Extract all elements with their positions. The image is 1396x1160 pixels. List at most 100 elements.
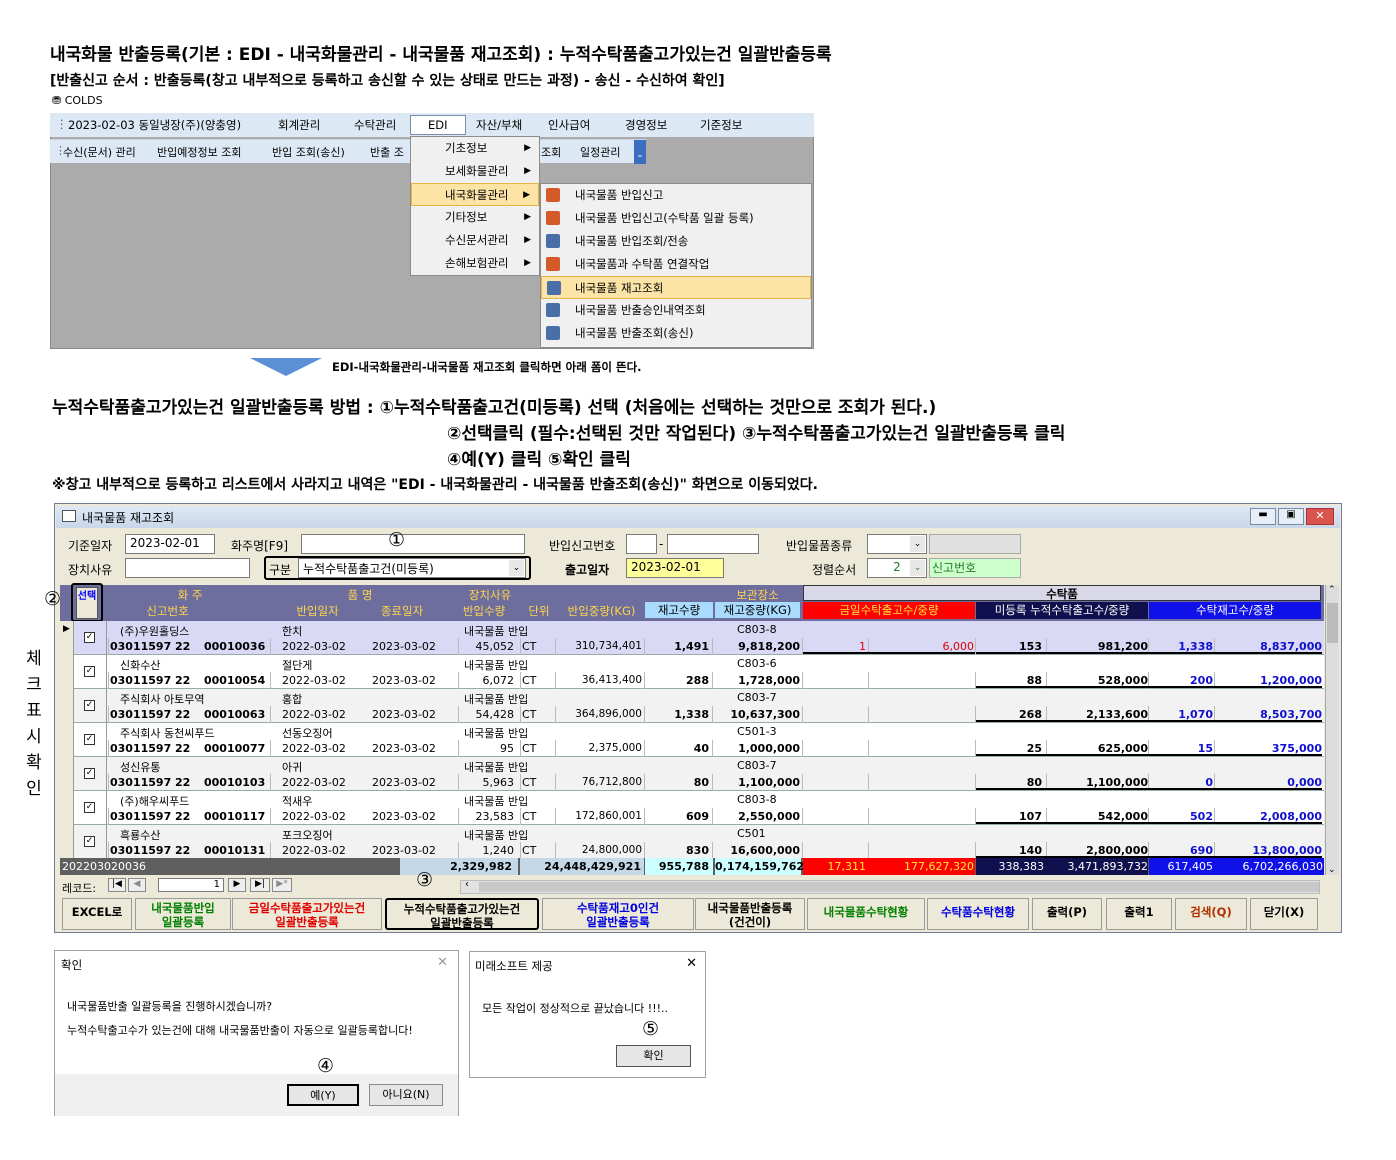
table-row[interactable]: ✓ 흑룡수산 포크오징어 내국물품 반입 C501 03011597 22 00010131 2…: [60, 825, 1324, 859]
submenu-link-consign[interactable]: 내국물품과 수탁품 연결작업: [541, 253, 811, 276]
menu-accounting[interactable]: 회계관리: [278, 117, 320, 133]
record-input[interactable]: 1: [158, 878, 224, 892]
menu-hr[interactable]: 인사급여: [548, 117, 590, 133]
inbound-no-input-2[interactable]: [667, 534, 759, 554]
toolbar-query[interactable]: 조회: [541, 144, 561, 160]
print-button[interactable]: 출력(P): [1032, 898, 1102, 930]
row-checkbox[interactable]: ✓: [84, 734, 95, 745]
toolbar-received[interactable]: 수신(문서) 관리: [63, 144, 136, 160]
shipper-label: 화주명[F9]: [231, 539, 289, 553]
cell-unit: CT: [522, 674, 537, 687]
cell-in: 2022-03-02: [282, 742, 346, 755]
row-selector[interactable]: ▶: [60, 621, 74, 655]
single-outbound-button[interactable]: 내국물품반출등록 (건건이): [695, 898, 805, 930]
cumulative-outbound-button[interactable]: 누적수탁품출고가있는건 일괄반출등록: [385, 898, 539, 930]
yes-button[interactable]: 예(Y): [287, 1084, 359, 1106]
menu-company[interactable]: 2023-02-03 동일냉장(주)(양충영): [68, 117, 241, 133]
close-icon[interactable]: ✕: [437, 955, 448, 970]
select-button[interactable]: 선택: [76, 587, 98, 619]
cell-owner: 주식회사 아토무역: [120, 693, 205, 706]
submenu-inbound-query[interactable]: 내국물품 반입조회/전송: [541, 230, 811, 253]
domestic-consign-status-button[interactable]: 내국물품수탁현황: [807, 898, 925, 930]
inbound-no-input-1[interactable]: [626, 534, 657, 554]
ok-button[interactable]: 확인: [616, 1045, 691, 1067]
consign-status-button[interactable]: 수탁품수탁현황: [927, 898, 1029, 930]
no-button[interactable]: 아니요(N): [369, 1084, 443, 1106]
pencil-icon: [546, 211, 560, 225]
submenu-outbound-approval[interactable]: 내국물품 반출승인내역조회: [541, 299, 811, 322]
table-row[interactable]: ▶ ✓ (주)우원홀딩스 한치 내국물품 반입 C803-8 03011597 22 00010…: [60, 621, 1324, 655]
table-row[interactable]: ✓ 주식회사 아토무역 홍합 내국물품 반입 C803-7 03011597 22 00010…: [60, 689, 1324, 723]
close-icon[interactable]: ✕: [1306, 508, 1334, 525]
edi-dropdown: 기초정보 ▶ 보세화물관리 ▶ 내국화물관리 ▶ 기타정보 ▶ 수신문서관리 ▶ 손해보험…: [410, 136, 540, 276]
reason-input[interactable]: [125, 558, 250, 578]
search-button[interactable]: 검색(Q): [1175, 898, 1247, 930]
excel-button[interactable]: EXCEL로: [62, 898, 132, 930]
submenu-inbound-bulk[interactable]: 내국물품 반입신고(수탁품 일괄 등록): [541, 207, 811, 230]
close-icon[interactable]: ✕: [686, 956, 697, 971]
prev-record-icon[interactable]: ◀: [128, 878, 146, 892]
row-selector[interactable]: [60, 791, 74, 825]
edi-item-domestic[interactable]: 내국화물관리 ▶: [411, 183, 539, 206]
today-outbound-button[interactable]: 금일수탁품출고가있는건 일괄반출등록: [232, 898, 382, 930]
app-icon: ⛃: [52, 94, 65, 107]
vertical-scrollbar[interactable]: ⌃ ⌄: [1325, 585, 1339, 875]
cell-sw: 2,550,000: [738, 810, 800, 823]
zero-stock-outbound-button[interactable]: 수탁품재고0인건 일괄반출등록: [542, 898, 694, 930]
row-selector[interactable]: [60, 655, 74, 689]
toolbar-inbound-query[interactable]: 반입 조회(송신): [272, 144, 345, 160]
toolbar-outbound[interactable]: 반출 조: [370, 144, 404, 160]
row-checkbox[interactable]: ✓: [84, 700, 95, 711]
last-record-icon[interactable]: ▶|: [250, 878, 270, 892]
bulk-inbound-button[interactable]: 내국물품반입 일괄등록: [135, 898, 231, 930]
row-selector[interactable]: [60, 723, 74, 757]
totals-today-qty: 17,311: [827, 860, 867, 873]
sort-select[interactable]: 2 ⌄: [867, 558, 927, 578]
method-note: ※창고 내부적으로 등록하고 리스트에서 사라지고 내역은 "EDI - 내국화…: [52, 477, 818, 493]
search-doc-icon: [546, 234, 560, 248]
minimize-icon[interactable]: ▬: [1250, 508, 1276, 525]
edi-item-received-docs[interactable]: 수신문서관리 ▶: [411, 229, 539, 252]
menu-consign[interactable]: 수탁관리: [354, 117, 396, 133]
table-row[interactable]: ✓ 신화수산 절단게 내국물품 반입 C803-6 03011597 22 00010054 2…: [60, 655, 1324, 689]
next-record-icon[interactable]: ▶: [228, 878, 246, 892]
menu-edi[interactable]: EDI: [410, 115, 466, 135]
toolbar-overflow-icon[interactable]: ⌄: [634, 140, 646, 164]
edi-item-bonded[interactable]: 보세화물관리 ▶: [411, 160, 539, 183]
shipper-input[interactable]: [301, 534, 525, 554]
outbound-date-input[interactable]: 2023-02-01: [626, 558, 724, 578]
menu-assets[interactable]: 자산/부채: [476, 117, 522, 133]
submenu-stock-query[interactable]: 내국물품 재고조회: [541, 276, 811, 299]
row-checkbox[interactable]: ✓: [84, 836, 95, 847]
goods-type-select[interactable]: ⌄: [867, 534, 927, 554]
print1-button[interactable]: 출력1: [1106, 898, 1172, 930]
cell-item: 홍합: [282, 693, 303, 706]
menu-management[interactable]: 경영정보: [625, 117, 667, 133]
row-checkbox[interactable]: ✓: [84, 666, 95, 677]
row-selector[interactable]: [60, 825, 74, 859]
row-checkbox[interactable]: ✓: [84, 632, 95, 643]
edi-item-insurance[interactable]: 손해보험관리 ▶: [411, 252, 539, 275]
category-select[interactable]: 누적수탁품출고건(미등록) ⌄: [298, 558, 526, 578]
edi-item-other[interactable]: 기타정보 ▶: [411, 206, 539, 229]
base-date-input[interactable]: 2023-02-01: [125, 534, 215, 554]
toolbar-schedule[interactable]: 일정관리: [580, 144, 620, 160]
table-row[interactable]: ✓ 주식회사 동천씨푸드 선동오징어 내국물품 반입 C501-3 03011597 22 0…: [60, 723, 1324, 757]
new-record-icon[interactable]: ▶*: [272, 878, 292, 892]
edi-item-basic[interactable]: 기초정보 ▶: [411, 137, 539, 160]
cell-no2: 22: [175, 742, 191, 755]
first-record-icon[interactable]: |◀: [108, 878, 126, 892]
table-row[interactable]: ✓ (주)해우씨푸드 적새우 내국물품 반입 C803-8 03011597 22 00010…: [60, 791, 1324, 825]
table-row[interactable]: ✓ 성신유통 아귀 내국물품 반입 C803-7 03011597 22 00010103 20…: [60, 757, 1324, 791]
submenu-outbound-query[interactable]: 내국물품 반출조회(송신): [541, 322, 811, 345]
submenu-inbound-report[interactable]: 내국물품 반입신고: [541, 184, 811, 207]
row-checkbox[interactable]: ✓: [84, 768, 95, 779]
horizontal-scrollbar[interactable]: ‹: [460, 879, 1320, 894]
close-button[interactable]: 닫기(X): [1250, 898, 1318, 930]
toolbar-inbound-plan[interactable]: 반입예정정보 조회: [157, 144, 241, 160]
row-selector[interactable]: [60, 757, 74, 791]
menu-basic[interactable]: 기준정보: [700, 117, 742, 133]
restore-icon[interactable]: ▣: [1278, 508, 1304, 525]
row-selector[interactable]: [60, 689, 74, 723]
row-checkbox[interactable]: ✓: [84, 802, 95, 813]
